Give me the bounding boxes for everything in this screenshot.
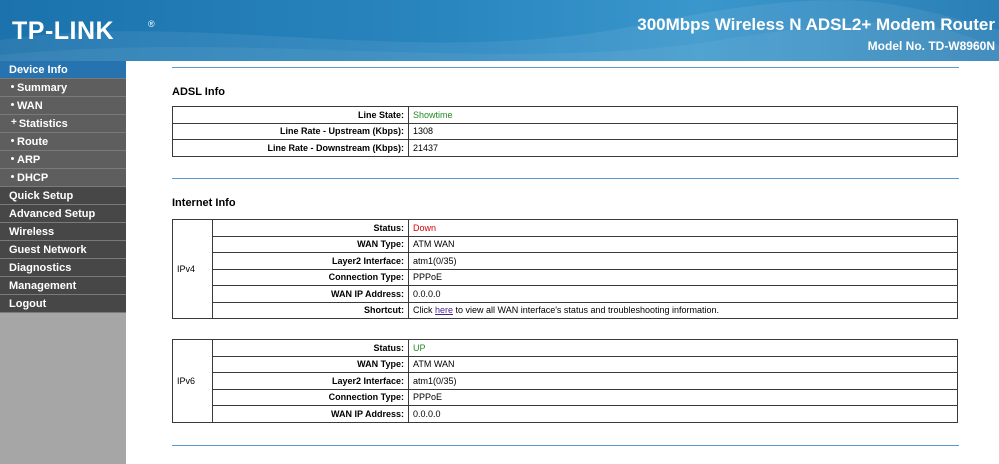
sidebar-item-label: DHCP <box>17 172 49 184</box>
ipv6-wan-type-value: ATM WAN <box>408 355 958 373</box>
sidebar-item-label: Route <box>17 136 49 148</box>
ipv4-status-value: Down <box>408 219 958 237</box>
sidebar-item-dhcp[interactable]: DHCP <box>0 169 126 187</box>
ipv4-group-label: IPv4 <box>172 219 213 319</box>
ipv4-wan-ip-value: 0.0.0.0 <box>408 285 958 303</box>
table-row: WAN Type: ATM WAN <box>173 235 958 253</box>
tp-link-logo: TP-LINK <box>12 17 115 45</box>
ipv6-connection-type-label: Connection Type: <box>212 388 409 406</box>
header-banner: TP-LINK ® 300Mbps Wireless N ADSL2+ Mode… <box>0 0 999 61</box>
bullet-icon <box>11 84 14 88</box>
sidebar-item-route[interactable]: Route <box>0 133 126 151</box>
table-row: Line Rate - Upstream (Kbps): 1308 <box>172 122 958 140</box>
registered-mark: ® <box>148 19 155 29</box>
sidebar-item-label: WAN <box>17 100 43 112</box>
table-row: IPv4 Status: Down <box>172 219 958 319</box>
table-row: WAN IP Address: 0.0.0.0 <box>173 405 958 423</box>
line-state-value: Showtime <box>408 106 958 124</box>
sidebar-item-guest-network[interactable]: Guest Network <box>0 241 126 259</box>
table-row: WAN IP Address: 0.0.0.0 <box>173 285 958 303</box>
ipv6-status-value: UP <box>408 339 958 357</box>
ipv4-layer2-label: Layer2 Interface: <box>212 252 409 270</box>
divider <box>172 67 959 68</box>
sidebar-item-label: Diagnostics <box>9 262 72 274</box>
sidebar-item-advanced-setup[interactable]: Advanced Setup <box>0 205 126 223</box>
ipv4-wan-type-value: ATM WAN <box>408 235 958 253</box>
sidebar-item-logout[interactable]: Logout <box>0 295 126 313</box>
divider <box>172 445 959 446</box>
sidebar-item-label: Guest Network <box>9 244 87 256</box>
ipv6-layer2-label: Layer2 Interface: <box>212 372 409 390</box>
sidebar-item-device-info[interactable]: Device Info <box>0 61 126 79</box>
bullet-icon <box>11 102 14 106</box>
ipv6-connection-type-value: PPPoE <box>408 388 958 406</box>
plus-icon: + <box>11 117 17 129</box>
ipv6-info-table: IPv6 Status: UP WAN Type: ATM WAN Layer2… <box>172 339 958 423</box>
ipv4-info-table: IPv4 Status: Down WAN Type: ATM WAN Laye… <box>172 219 958 319</box>
sidebar-item-quick-setup[interactable]: Quick Setup <box>0 187 126 205</box>
sidebar-item-label: ARP <box>17 154 41 166</box>
ipv4-status-label: Status: <box>212 219 409 237</box>
shortcut-suffix: to view all WAN interface's status and t… <box>453 305 720 316</box>
sidebar-item-diagnostics[interactable]: Diagnostics <box>0 259 126 277</box>
sidebar-item-summary[interactable]: Summary <box>0 79 126 97</box>
ipv4-connection-type-value: PPPoE <box>408 268 958 286</box>
line-state-label: Line State: <box>172 106 409 124</box>
upstream-rate-label: Line Rate - Upstream (Kbps): <box>172 122 409 140</box>
sidebar-item-label: Wireless <box>9 226 55 238</box>
sidebar-item-label: Summary <box>17 82 68 94</box>
ipv6-wan-ip-label: WAN IP Address: <box>212 405 409 423</box>
ipv6-wan-ip-value: 0.0.0.0 <box>408 405 958 423</box>
bullet-icon <box>11 138 14 142</box>
table-row: IPv6 Status: UP <box>172 339 958 423</box>
sidebar-item-label: Management <box>9 280 77 292</box>
table-row: Connection Type: PPPoE <box>173 268 958 286</box>
sidebar-item-label: Logout <box>9 298 47 310</box>
downstream-rate-value: 21437 <box>408 139 958 157</box>
sidebar-item-statistics[interactable]: + Statistics <box>0 115 126 133</box>
ipv6-status-label: Status: <box>212 339 409 357</box>
table-row: Line State: Showtime <box>172 106 958 124</box>
ipv4-connection-type-label: Connection Type: <box>212 268 409 286</box>
table-row: Line Rate - Downstream (Kbps): 21437 <box>172 139 958 157</box>
ipv4-layer2-value: atm1(0/35) <box>408 252 958 270</box>
ipv6-layer2-value: atm1(0/35) <box>408 372 958 390</box>
shortcut-value: Click here to view all WAN interface's s… <box>408 301 958 319</box>
table-row: Layer2 Interface: atm1(0/35) <box>173 372 958 390</box>
ipv4-wan-ip-label: WAN IP Address: <box>212 285 409 303</box>
sidebar-item-label: Statistics <box>18 118 68 130</box>
shortcut-label: Shortcut: <box>212 301 409 319</box>
table-row: Layer2 Interface: atm1(0/35) <box>173 252 958 270</box>
sidebar-item-label: Quick Setup <box>9 190 74 202</box>
sidebar-item-wireless[interactable]: Wireless <box>0 223 126 241</box>
bullet-icon <box>11 156 14 160</box>
sidebar-item-management[interactable]: Management <box>0 277 126 295</box>
table-row: WAN Type: ATM WAN <box>173 355 958 373</box>
table-row: Connection Type: PPPoE <box>173 388 958 406</box>
main-content: ADSL Info Line State: Showtime Line Rate… <box>126 61 999 464</box>
sidebar-item-wan[interactable]: WAN <box>0 97 126 115</box>
ipv4-wan-type-label: WAN Type: <box>212 235 409 253</box>
bullet-icon <box>11 174 14 178</box>
sidebar-menu: Device Info Summary WAN + Statistics Rout… <box>0 61 126 464</box>
divider <box>172 178 959 179</box>
model-number: Model No. TD-W8960N <box>867 39 995 53</box>
product-name: 300Mbps Wireless N ADSL2+ Modem Router <box>637 15 995 34</box>
sidebar-item-arp[interactable]: ARP <box>0 151 126 169</box>
shortcut-prefix: Click <box>413 305 435 316</box>
downstream-rate-label: Line Rate - Downstream (Kbps): <box>172 139 409 157</box>
table-row: Shortcut: Click here to view all WAN int… <box>173 301 958 319</box>
ipv6-wan-type-label: WAN Type: <box>212 355 409 373</box>
sidebar-item-label: Device Info <box>9 64 68 76</box>
internet-info-title: Internet Info <box>172 197 236 209</box>
adsl-info-table: Line State: Showtime Line Rate - Upstrea… <box>172 106 958 157</box>
here-link[interactable]: here <box>435 305 453 315</box>
adsl-info-title: ADSL Info <box>172 86 225 98</box>
sidebar-item-label: Advanced Setup <box>9 208 96 220</box>
ipv6-group-label: IPv6 <box>172 339 213 423</box>
upstream-rate-value: 1308 <box>408 122 958 140</box>
